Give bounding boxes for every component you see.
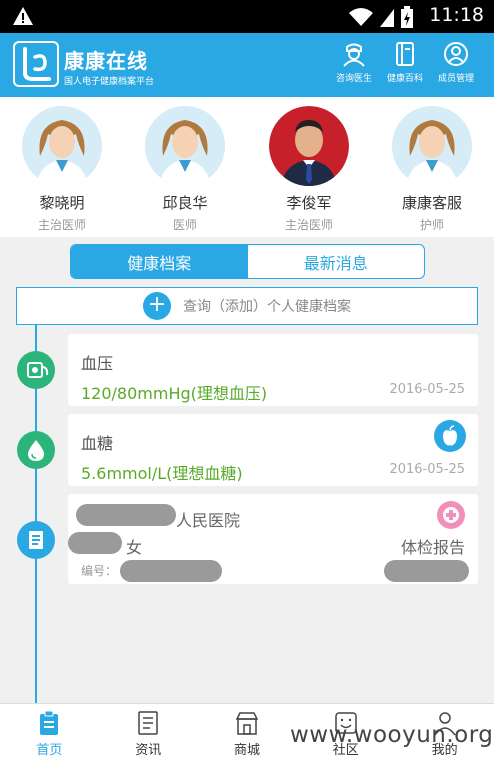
- tab-health-records[interactable]: 健康档案: [71, 245, 248, 278]
- news-icon: [138, 711, 158, 735]
- nav-label: 成员管理: [437, 74, 474, 84]
- doctor-card[interactable]: 邱良华 医师: [135, 106, 235, 233]
- doctor-title: 护师: [419, 218, 444, 232]
- app-brand: 康康在线: [64, 49, 148, 73]
- blood-pressure-card[interactable]: 血压 120/80mmHg(理想血压) 2016-05-25: [68, 334, 478, 406]
- record-date: 2016-05-25: [389, 382, 465, 397]
- nav-label: 健康百科: [386, 74, 423, 84]
- nav-label: 咨询医生: [335, 74, 372, 84]
- doctor-list: 黎晓明 主治医师 邱良华 医师 李俊军 主治医师 康康客服 护师: [0, 97, 494, 237]
- app-header: 康康在线 国人电子健康档案平台 咨询医生 健康百科 成员管理: [0, 33, 494, 97]
- doctor-name: 李俊军: [286, 194, 332, 212]
- status-bar: 11:18: [0, 0, 494, 33]
- blood-sugar-card[interactable]: 血糖 5.6mmol/L(理想血糖) 2016-05-25: [68, 414, 478, 486]
- watermark: www.wooyun.org: [290, 722, 494, 748]
- doctor-title: 主治医师: [284, 218, 333, 232]
- nav-member-manage[interactable]: 成员管理: [430, 41, 482, 84]
- doctor-card[interactable]: 李俊军 主治医师: [259, 106, 359, 233]
- record-value: 5.6mmol/L(理想血糖): [81, 464, 243, 483]
- warning-icon: [13, 7, 33, 25]
- female-doctor-avatar: [22, 106, 102, 186]
- clock: 11:18: [429, 4, 484, 26]
- app-logo[interactable]: [13, 41, 59, 87]
- wifi-icon: [349, 8, 373, 26]
- record-tabs: 健康档案 最新消息: [70, 244, 425, 279]
- report-type: 体检报告: [400, 538, 465, 557]
- report-gender: 女: [126, 538, 143, 557]
- book-icon: [396, 42, 414, 66]
- signal-icon: [380, 9, 394, 27]
- redacted-date: [384, 560, 469, 582]
- record-date: 2016-05-25: [389, 462, 465, 477]
- shop-icon: [235, 712, 259, 735]
- medical-cross-icon: [437, 501, 465, 529]
- user-icon: [444, 42, 468, 66]
- bottom-nav-label: 商城: [233, 743, 260, 758]
- document-icon: [17, 521, 55, 559]
- female-doctor-avatar: [392, 106, 472, 186]
- redacted-hospital-name: [76, 504, 176, 526]
- exam-report-card[interactable]: 人民医院 女 体检报告 编号：: [68, 494, 478, 584]
- doctor-title: 主治医师: [37, 218, 86, 232]
- query-add-record-button[interactable]: + 查询（添加）个人健康档案: [16, 287, 478, 325]
- record-title: 血糖: [81, 434, 114, 453]
- redacted-number: [120, 560, 222, 582]
- home-clipboard-icon: [40, 710, 59, 735]
- nav-health-wiki[interactable]: 健康百科: [379, 41, 431, 84]
- doctor-name: 邱良华: [162, 194, 208, 212]
- doctor-title: 医师: [172, 218, 197, 232]
- tab-latest-news[interactable]: 最新消息: [248, 245, 425, 278]
- record-title: 血压: [81, 354, 114, 373]
- record-value: 120/80mmHg(理想血压): [81, 384, 268, 403]
- doctor-card[interactable]: 康康客服 护师: [382, 106, 482, 233]
- bottom-nav-news[interactable]: 资讯: [99, 704, 198, 764]
- plus-icon: +: [143, 292, 171, 320]
- blood-pressure-icon: [17, 351, 55, 389]
- logo-icon: [23, 47, 51, 81]
- query-label: 查询（添加）个人健康档案: [183, 299, 351, 315]
- doctor-name: 康康客服: [401, 194, 462, 212]
- report-number-label: 编号：: [81, 564, 118, 578]
- hospital-suffix: 人民医院: [176, 511, 241, 530]
- bottom-nav-label: 首页: [36, 743, 63, 758]
- bottom-nav-mall[interactable]: 商城: [198, 704, 297, 764]
- female-doctor-avatar: [145, 106, 225, 186]
- app-subtitle: 国人电子健康档案平台: [64, 77, 155, 87]
- doctor-name: 黎晓明: [39, 194, 85, 212]
- nav-consult-doctor[interactable]: 咨询医生: [328, 41, 380, 84]
- doctor-card[interactable]: 黎晓明 主治医师: [12, 106, 112, 233]
- redacted-name: [68, 532, 122, 554]
- bottom-nav-label: 资讯: [135, 743, 162, 758]
- battery-icon: [401, 6, 413, 28]
- blood-drop-icon: [17, 431, 55, 469]
- male-doctor-photo: [269, 106, 349, 186]
- doctor-icon: [343, 43, 365, 67]
- bottom-nav-home[interactable]: 首页: [0, 704, 99, 764]
- apple-icon: [434, 420, 466, 452]
